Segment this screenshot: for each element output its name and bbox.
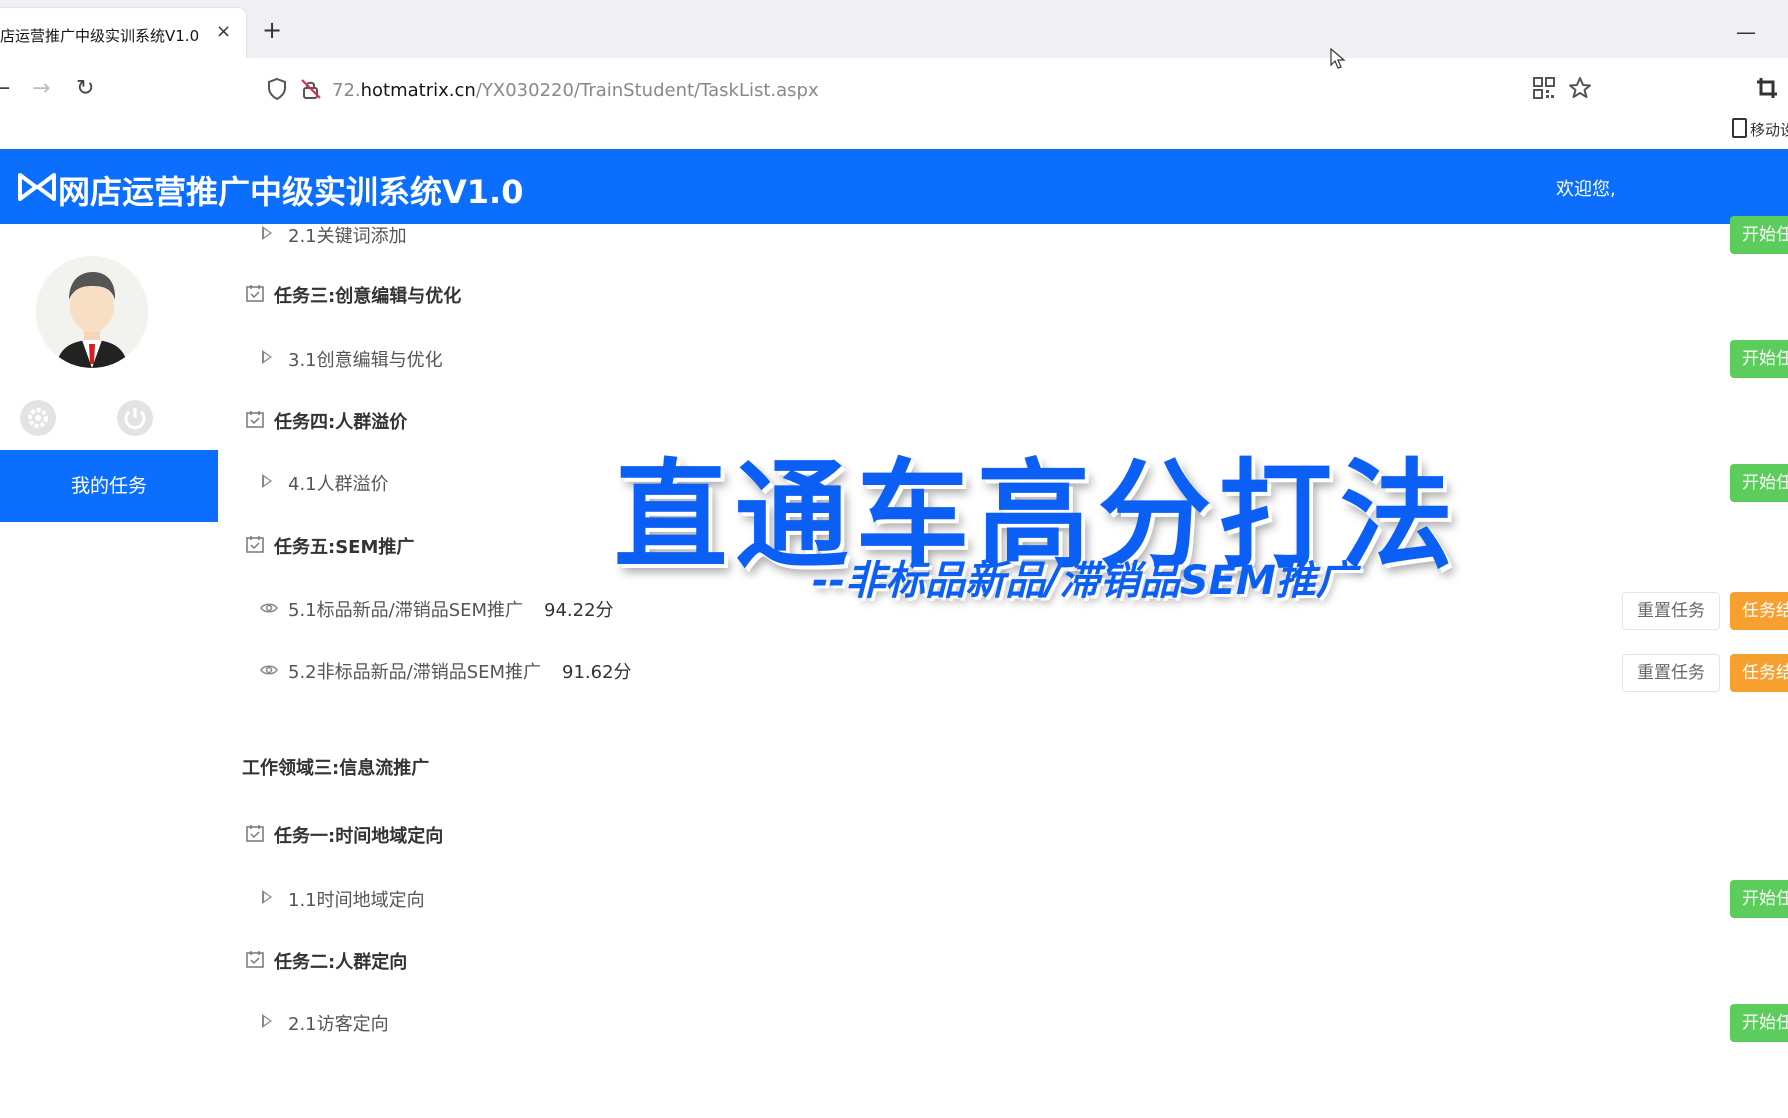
subtask-label: 2.1访客定向 xyxy=(288,1014,389,1035)
app-title: 网店运营推广中级实训系统V1.0 xyxy=(58,173,524,211)
forward-icon[interactable]: → xyxy=(32,76,50,101)
mobile-device-icon xyxy=(1732,118,1747,138)
subtask-label: 5.1标品新品/滞销品SEM推广 xyxy=(288,600,524,621)
welcome-text: 欢迎您, xyxy=(1556,179,1616,200)
settings-gear-icon[interactable] xyxy=(20,400,56,436)
calendar-check-icon xyxy=(246,825,264,842)
menu-item-my-tasks[interactable]: 我的任务 xyxy=(0,450,218,522)
task-header: 任务三:创意编辑与优化 xyxy=(218,276,1788,316)
avatar-illustration xyxy=(36,256,148,368)
browser-tab[interactable]: 店运营推广中级实训系统V1.0 × xyxy=(0,8,246,58)
play-triangle-icon xyxy=(262,226,272,240)
eye-icon xyxy=(260,603,278,613)
overlay-subtitle: --非标品新品/滞销品SEM推广 xyxy=(812,558,1356,604)
task-result-button[interactable]: 任务结果 xyxy=(1730,592,1788,630)
task-score: 94.22分 xyxy=(544,600,614,621)
back-icon[interactable]: ← xyxy=(0,76,10,101)
new-tab-icon[interactable]: + xyxy=(262,18,282,42)
sidebar: 我的任务 xyxy=(0,224,218,1032)
browser-tabstrip: 店运营推广中级实训系统V1.0 × + — xyxy=(0,0,1788,58)
insecure-lock-icon[interactable] xyxy=(300,78,322,100)
bookmark-label: 移动设 xyxy=(1750,121,1788,139)
eye-icon xyxy=(260,665,278,675)
work-area-title: 工作领域三:信息流推广 xyxy=(242,758,430,779)
tab-title: 店运营推广中级实训系统V1.0 xyxy=(0,27,200,45)
task-list: 2.1关键词添加 开始任务 任务三:创意编辑与优化 3.1创意编辑与优化 开始任… xyxy=(218,216,1788,1042)
url-prefix: 72. xyxy=(332,80,361,101)
start-task-button[interactable]: 开始任务 xyxy=(1730,340,1788,378)
shield-icon[interactable] xyxy=(266,77,288,101)
app-header: 网店运营推广中级实训系统V1.0 欢迎您, xyxy=(0,149,1788,224)
calendar-check-icon xyxy=(246,285,264,302)
play-triangle-icon xyxy=(262,350,272,364)
mouse-cursor-icon xyxy=(1330,48,1346,69)
play-triangle-icon xyxy=(262,890,272,904)
logout-power-icon[interactable] xyxy=(117,400,153,436)
task-score: 91.62分 xyxy=(562,662,632,683)
task-title: 任务五:SEM推广 xyxy=(274,537,415,558)
subtask-label: 3.1创意编辑与优化 xyxy=(288,350,443,371)
reset-task-button[interactable]: 重置任务 xyxy=(1622,654,1720,692)
calendar-check-icon xyxy=(246,411,264,428)
subtask-label: 5.2非标品新品/滞销品SEM推广 xyxy=(288,662,542,683)
calendar-check-icon xyxy=(246,536,264,553)
close-tab-icon[interactable]: × xyxy=(216,21,231,42)
work-area-header: 工作领域三:信息流推广 xyxy=(218,748,1788,788)
start-task-button[interactable]: 开始任务 xyxy=(1730,880,1788,918)
calendar-check-icon xyxy=(246,951,264,968)
subtask-label: 1.1时间地域定向 xyxy=(288,890,425,911)
list-item: 2.1访客定向 开始任务 xyxy=(218,1004,1788,1044)
task-result-button[interactable]: 任务结果 xyxy=(1730,654,1788,692)
subtask-label: 2.1关键词添加 xyxy=(288,226,407,247)
task-header: 任务二:人群定向 xyxy=(218,942,1788,982)
task-title: 任务四:人群溢价 xyxy=(274,412,408,433)
qr-code-icon[interactable] xyxy=(1532,76,1556,100)
task-title: 任务二:人群定向 xyxy=(274,952,408,973)
url-text: 72.hotmatrix.cn/YX030220/TrainStudent/Ta… xyxy=(332,80,819,101)
play-triangle-icon xyxy=(262,1014,272,1028)
start-task-button[interactable]: 开始任务 xyxy=(1730,216,1788,254)
reset-task-button[interactable]: 重置任务 xyxy=(1622,592,1720,630)
list-item: 1.1时间地域定向 开始任务 xyxy=(218,880,1788,920)
task-title: 任务一:时间地域定向 xyxy=(274,826,444,847)
list-item: 2.1关键词添加 开始任务 xyxy=(218,216,1788,256)
start-task-button[interactable]: 开始任务 xyxy=(1730,464,1788,502)
logo-icon xyxy=(18,173,56,201)
minimize-window-icon[interactable]: — xyxy=(1736,20,1756,44)
screenshot-crop-icon[interactable] xyxy=(1755,76,1779,100)
task-header: 任务一:时间地域定向 xyxy=(218,816,1788,856)
bookmark-mobile-device[interactable]: 移动设 xyxy=(1732,118,1788,140)
start-task-button[interactable]: 开始任务 xyxy=(1730,1004,1788,1042)
avatar xyxy=(36,256,148,368)
browser-navbar: ← → ↻ 72.hotmatrix.cn/YX030220/TrainStud… xyxy=(0,58,1788,148)
reload-icon[interactable]: ↻ xyxy=(76,76,94,101)
url-host: hotmatrix.cn xyxy=(360,80,476,101)
bookmark-star-icon[interactable] xyxy=(1568,76,1592,100)
play-triangle-icon xyxy=(262,474,272,488)
list-item: 3.1创意编辑与优化 开始任务 xyxy=(218,340,1788,380)
task-title: 任务三:创意编辑与优化 xyxy=(274,286,462,307)
url-path: /YX030220/TrainStudent/TaskList.aspx xyxy=(475,80,819,101)
subtask-label: 4.1人群溢价 xyxy=(288,474,389,495)
address-bar[interactable]: 72.hotmatrix.cn/YX030220/TrainStudent/Ta… xyxy=(250,68,1620,112)
list-item: 5.2非标品新品/滞销品SEM推广 91.62分 重置任务 任务结果 xyxy=(218,652,1788,692)
